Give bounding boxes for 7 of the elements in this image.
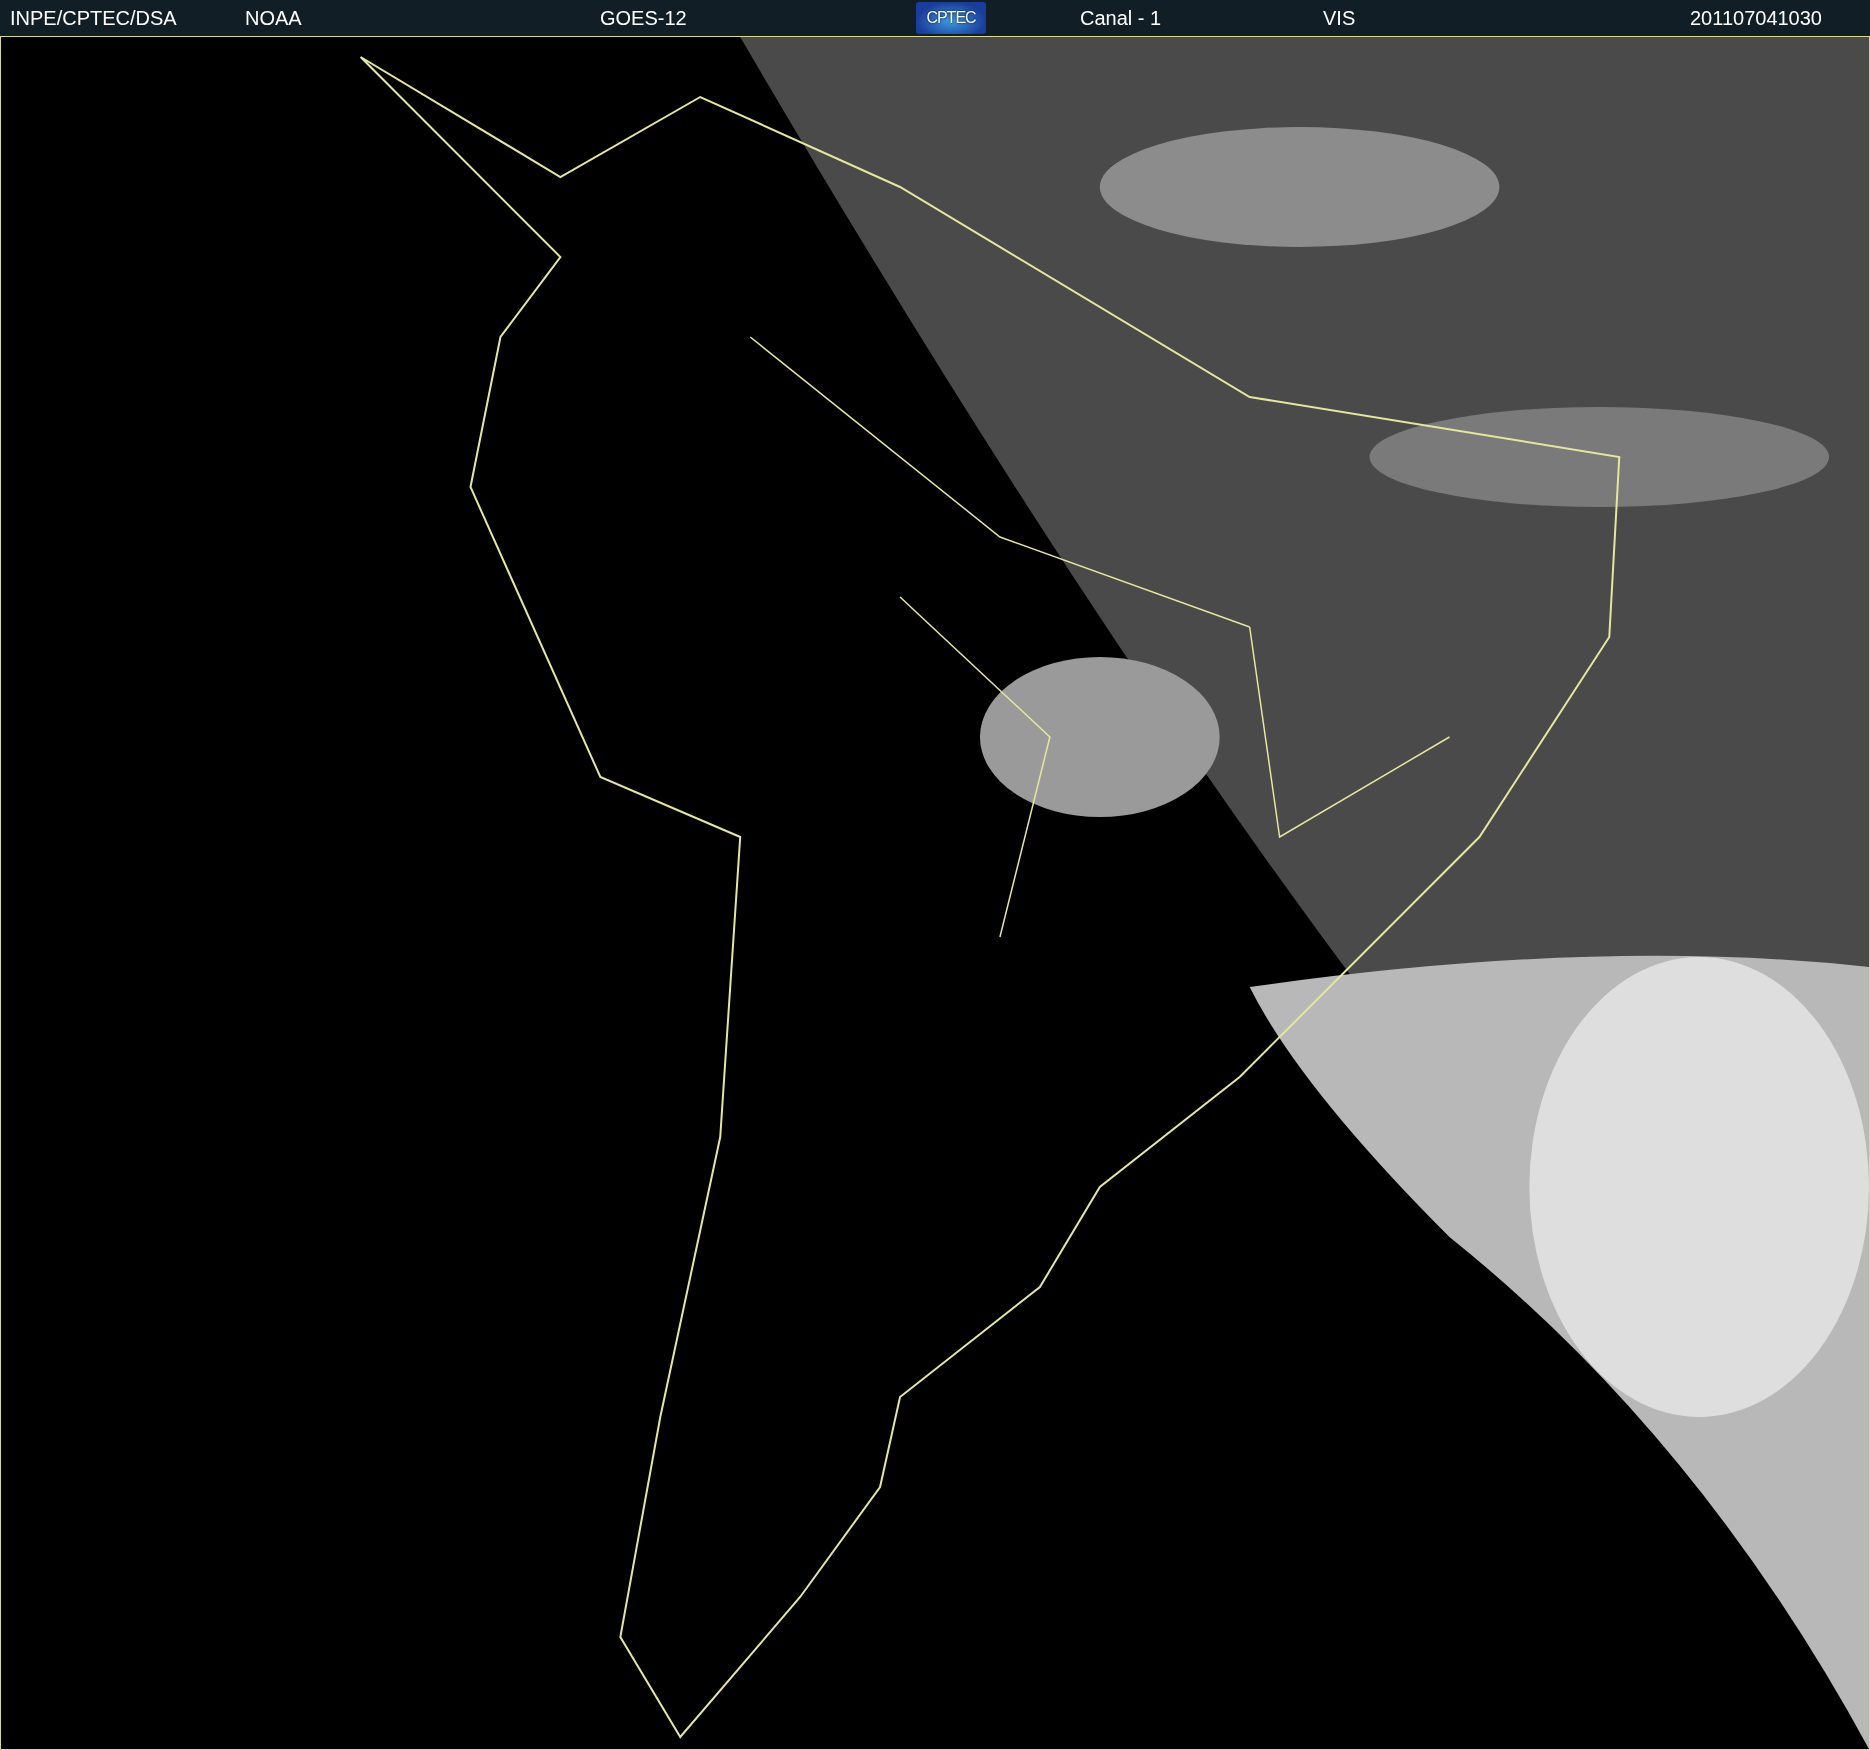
logo: CPTEC [916,2,986,34]
header-label: GOES-12 [600,6,687,29]
header-label: NOAA [245,6,302,29]
header-label: INPE/CPTEC/DSA [10,6,177,29]
header-label: VIS [1323,6,1356,29]
header-label: 201107041030 [1690,6,1822,29]
header-label: Canal - 1 [1080,6,1162,29]
